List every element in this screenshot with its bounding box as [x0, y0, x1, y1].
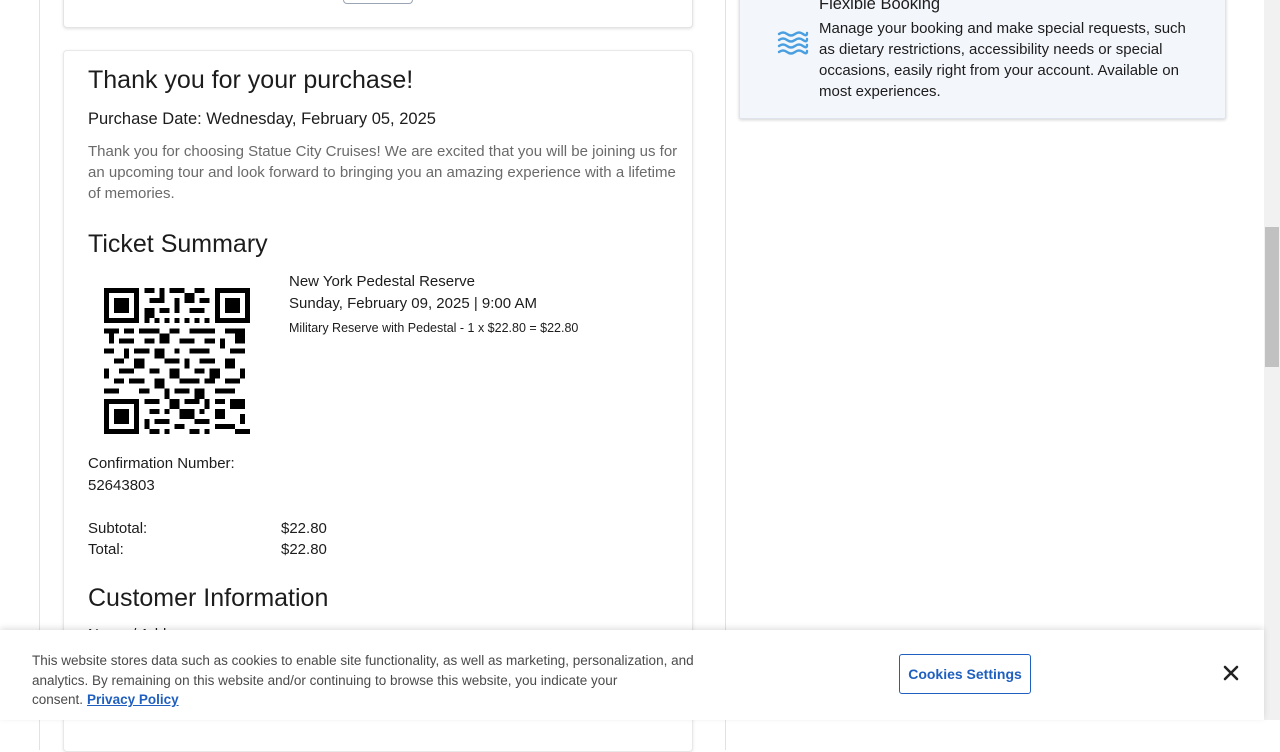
close-icon[interactable] — [1219, 661, 1243, 685]
privacy-policy-link[interactable]: Privacy Policy — [87, 692, 179, 707]
thank-you-message: Thank you for choosing Statue City Cruis… — [88, 143, 678, 202]
cookies-settings-button[interactable]: Cookies Settings — [899, 654, 1031, 694]
page-title: Thank you for your purchase! — [88, 66, 414, 94]
confirmation-number: 52643803 — [88, 477, 155, 494]
cookie-banner-text: This website stores data such as cookies… — [32, 651, 712, 710]
subtotal-value: $22.80 — [281, 520, 327, 537]
previous-card — [63, 0, 693, 28]
total-value: $22.80 — [281, 541, 327, 558]
subtotal-label: Subtotal: — [88, 520, 148, 537]
total-label: Total: — [88, 541, 124, 558]
qr-code-icon — [104, 288, 250, 434]
ticket-line-item: Military Reserve with Pedestal - 1 x $22… — [289, 321, 579, 335]
customer-information-heading: Customer Information — [88, 584, 329, 612]
ticket-summary-heading: Ticket Summary — [88, 230, 268, 258]
purchase-date: Purchase Date: Wednesday, February 05, 2… — [88, 110, 436, 128]
waves-icon — [777, 31, 809, 55]
confirmation-number-label: Confirmation Number: — [88, 455, 235, 472]
previous-card-button[interactable] — [343, 0, 413, 4]
scrollbar-thumb[interactable] — [1265, 227, 1279, 367]
flexible-booking-title: Flexible Booking — [819, 0, 941, 13]
event-date: Sunday, February 09, 2025 | 9:00 AM — [289, 295, 537, 312]
flexible-booking-text: Manage your booking and make special req… — [819, 20, 1186, 100]
event-name: New York Pedestal Reserve — [289, 273, 475, 290]
